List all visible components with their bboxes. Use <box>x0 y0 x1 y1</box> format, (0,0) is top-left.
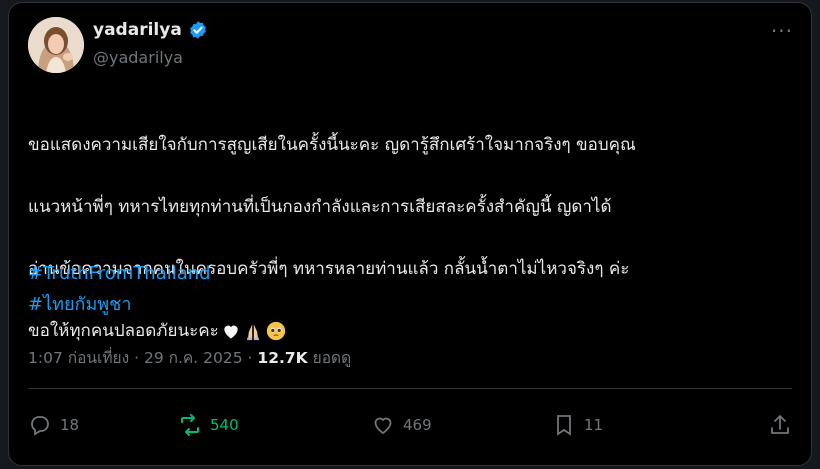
tweet-line: ขอให้ทุกคนปลอดภัยนะคะ <box>28 321 219 341</box>
heart-icon <box>374 417 392 435</box>
hashtag-link[interactable]: #ไทยกัมพูชา <box>28 289 211 320</box>
reply-icon <box>31 416 49 436</box>
reply-button[interactable]: 18 <box>28 413 178 437</box>
hashtags: #TruthFromThailand #ไทยกัมพูชา <box>28 258 211 320</box>
author-handle[interactable]: @yadarilya <box>93 48 183 67</box>
like-button[interactable]: 469 <box>371 413 552 437</box>
view-count: 12.7K <box>257 349 308 367</box>
repost-icon <box>181 414 199 436</box>
white-heart-icon <box>224 325 238 339</box>
share-icon <box>771 415 789 434</box>
timestamp[interactable]: 1:07 ก่อนเที่ยง · 29 ก.ค. 2025 · <box>28 349 252 367</box>
view-count-label: ยอดดู <box>312 349 352 367</box>
bookmark-button[interactable]: 11 <box>552 413 733 437</box>
avatar[interactable] <box>28 17 84 73</box>
like-count: 469 <box>403 416 432 434</box>
repost-count: 540 <box>210 416 239 434</box>
bookmark-icon <box>557 415 571 436</box>
tweet-line-last: ขอให้ทุกคนปลอดภัยนะคะ <box>28 316 798 347</box>
hashtag-link[interactable]: #TruthFromThailand <box>28 258 211 289</box>
tweet-meta: 1:07 ก่อนเที่ยง · 29 ก.ค. 2025 · 12.7K ย… <box>28 345 351 370</box>
tweet-card: yadarilya @yadarilya ··· ขอแสดงความเสียใ… <box>8 2 812 466</box>
repost-button[interactable]: 540 <box>178 413 371 437</box>
tweet-text: ขอแสดงความเสียใจกับการสูญเสียในครั้งนี้น… <box>28 99 798 378</box>
action-bar: 18 540 469 11 <box>28 405 792 445</box>
verified-badge-icon <box>189 21 206 39</box>
pleading-face-icon <box>266 321 285 341</box>
author-name-text: yadarilya <box>93 20 182 40</box>
tweet-line: ขอแสดงความเสียใจกับการสูญเสียในครั้งนี้น… <box>28 135 636 155</box>
avatar-photo-icon <box>28 17 84 73</box>
reply-count: 18 <box>60 416 80 434</box>
bookmark-count: 11 <box>584 416 604 434</box>
share-button[interactable] <box>768 413 792 437</box>
author-name[interactable]: yadarilya <box>93 20 208 40</box>
tweet-line: แนวหน้าพี่ๆ ทหารไทยทุกท่านที่เป็นกองกำลั… <box>28 197 612 217</box>
divider <box>28 388 792 389</box>
more-options-icon[interactable]: ··· <box>771 19 793 43</box>
folded-hands-icon <box>246 324 259 341</box>
